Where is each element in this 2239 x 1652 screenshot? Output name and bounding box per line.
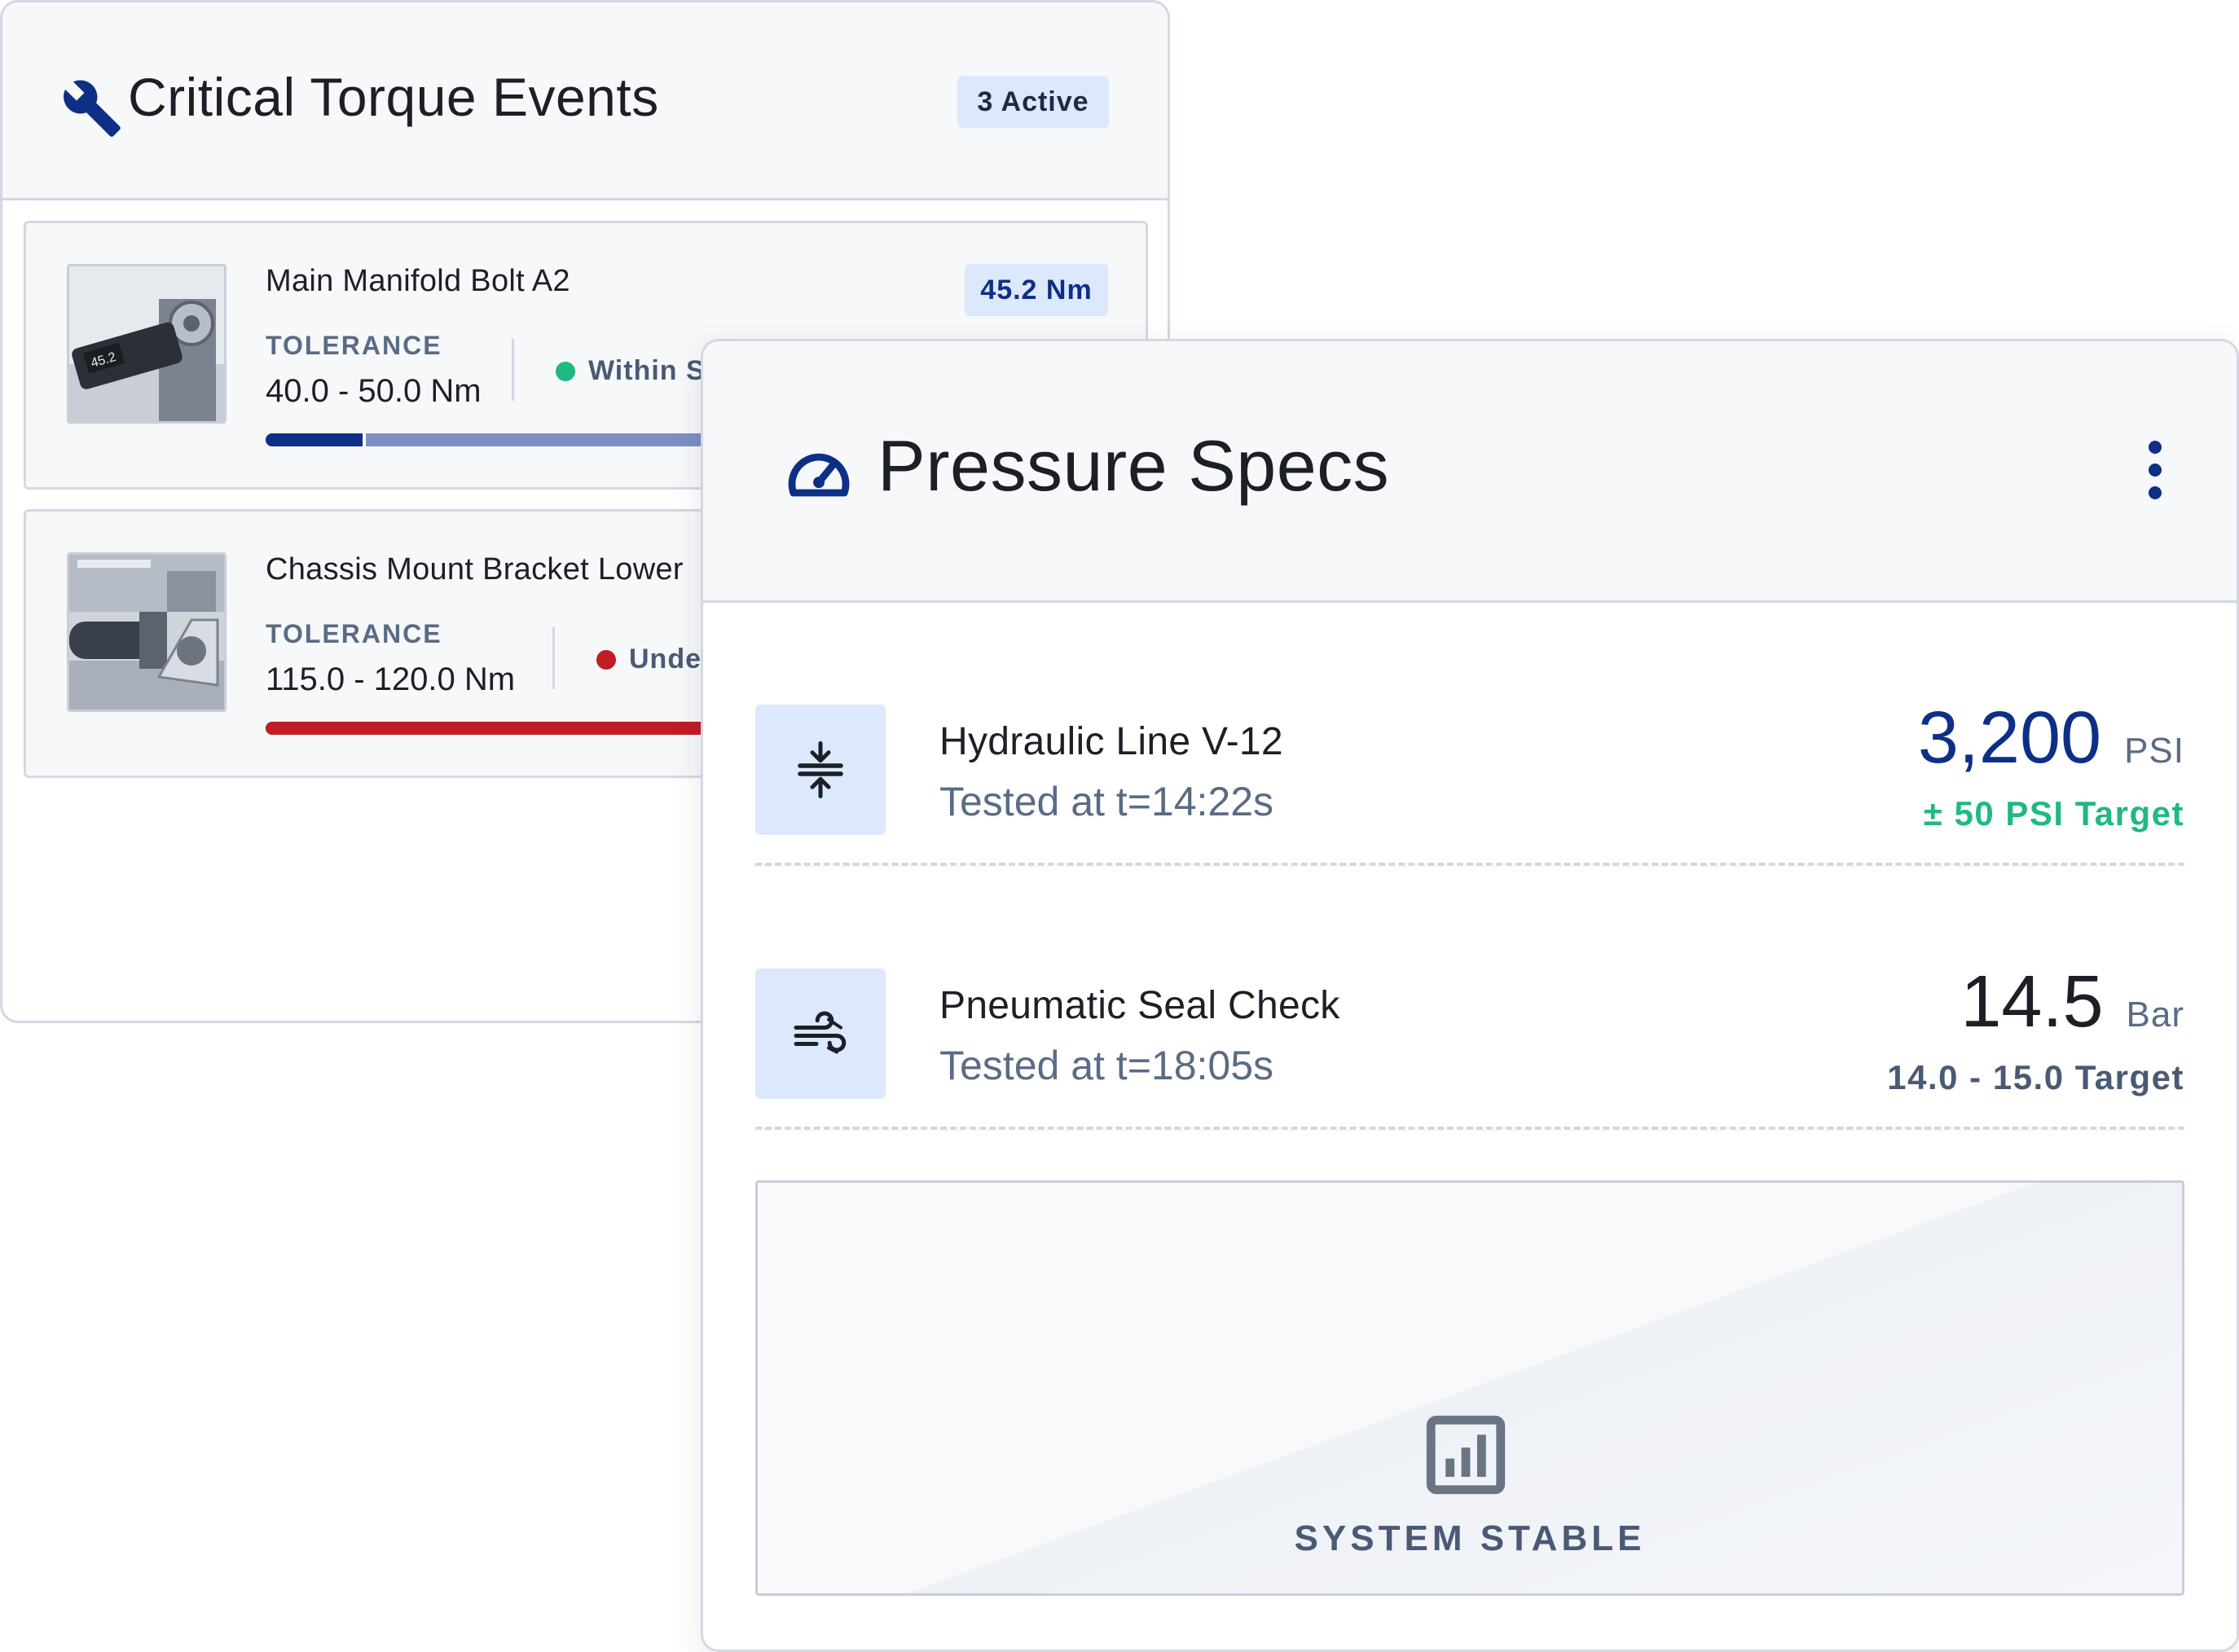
pressure-card-header: Pressure Specs <box>703 341 2237 603</box>
spec-reading: 3,200 PSI <box>1918 696 2184 780</box>
spec-value: 3,200 <box>1917 697 2102 779</box>
torque-card-header: Critical Torque Events 3 Active <box>2 2 1168 200</box>
status-dot-red <box>596 649 616 670</box>
wind-icon <box>755 969 886 1099</box>
pressure-spec-row[interactable]: Hydraulic Line V-12 Tested at t=14:22s 3… <box>755 680 2184 866</box>
spec-reading: 14.5 Bar <box>1960 960 2184 1044</box>
spec-name: Pneumatic Seal Check <box>939 984 1340 1027</box>
divider <box>552 627 555 689</box>
torque-machine-thumbnail <box>67 552 227 712</box>
tolerance-label: TOLERANCE <box>266 619 442 648</box>
active-count-badge: 3 Active <box>957 76 1109 128</box>
more-vertical-icon[interactable] <box>2139 431 2171 509</box>
spec-name: Hydraulic Line V-12 <box>939 720 1283 763</box>
row-divider <box>755 1127 2184 1130</box>
bar-chart-icon <box>1426 1415 1506 1495</box>
spec-tested-time: Tested at t=18:05s <box>939 1043 1274 1088</box>
row-divider <box>755 863 2184 866</box>
tolerance-value: 115.0 - 120.0 Nm <box>266 661 516 697</box>
spec-value: 14.5 <box>1960 961 2104 1043</box>
speedometer-icon <box>788 453 850 497</box>
divider <box>512 339 514 401</box>
spec-target: 14.0 - 15.0 Target <box>1887 1058 2184 1096</box>
compress-arrows-icon <box>755 705 886 835</box>
status-dot-green <box>556 361 575 381</box>
spec-unit: PSI <box>2124 731 2184 771</box>
torque-wrench-thumbnail: 45.2 <box>67 264 227 424</box>
tolerance-value: 40.0 - 50.0 Nm <box>266 373 482 409</box>
event-name: Chassis Mount Bracket Lower <box>266 552 684 587</box>
pressure-specs-card: Pressure Specs Hydraulic Line V-12 Teste… <box>701 339 2239 1652</box>
pressure-card-title: Pressure Specs <box>878 425 1390 506</box>
spec-tested-time: Tested at t=14:22s <box>939 779 1274 824</box>
status-indicator: Under <box>596 644 713 675</box>
system-stable-label: SYSTEM STABLE <box>1294 1518 1646 1558</box>
torque-card-title: Critical Torque Events <box>128 67 659 127</box>
tolerance-label: TOLERANCE <box>266 331 442 360</box>
wrench-icon <box>64 80 121 137</box>
spec-unit: Bar <box>2126 995 2184 1035</box>
torque-progress-fill <box>266 433 366 446</box>
system-stable-panel: SYSTEM STABLE <box>755 1180 2184 1596</box>
event-name: Main Manifold Bolt A2 <box>266 264 570 298</box>
pressure-spec-row[interactable]: Pneumatic Seal Check Tested at t=18:05s … <box>755 944 2184 1130</box>
torque-reading-badge: 45.2 Nm <box>965 264 1108 316</box>
status-indicator: Within Sp <box>556 355 723 387</box>
spec-target: ± 50 PSI Target <box>1923 794 2184 833</box>
